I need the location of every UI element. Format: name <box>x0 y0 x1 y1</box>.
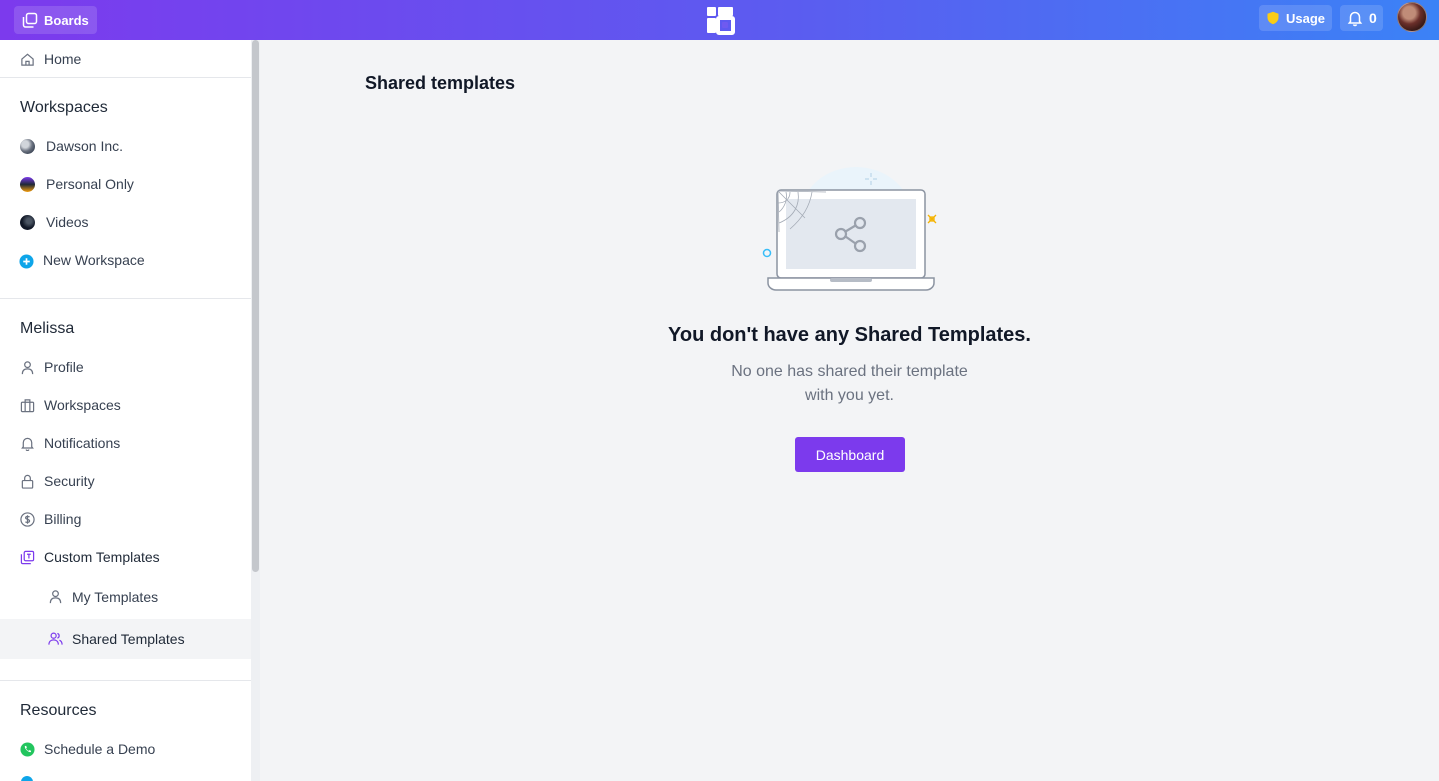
user-icon <box>49 590 62 604</box>
usage-button[interactable]: Usage <box>1259 5 1333 31</box>
boards-icon <box>22 12 38 28</box>
sidebar-item-label: New Workspace <box>43 252 145 268</box>
empty-state-laptop-illustration <box>762 167 937 291</box>
sidebar-item-my-templates[interactable]: My Templates <box>0 577 251 617</box>
workspace-avatar <box>20 139 35 154</box>
sidebar-item-label: Security <box>44 473 95 489</box>
user-icon <box>21 361 34 375</box>
plus-circle-icon <box>19 254 34 269</box>
sidebar-item-workspace-dawson[interactable]: Dawson Inc. <box>0 127 251 165</box>
dollar-icon <box>20 512 35 527</box>
usage-label: Usage <box>1286 10 1326 26</box>
empty-state-description: No one has shared their template with yo… <box>700 360 999 408</box>
workspaces-section-title: Workspaces <box>20 99 108 116</box>
sidebar-item-label: Custom Templates <box>44 549 160 565</box>
phone-icon <box>20 742 35 757</box>
workspace-avatar <box>20 177 35 192</box>
shield-icon <box>1267 11 1279 25</box>
sidebar-item-workspaces[interactable]: Workspaces <box>0 386 251 424</box>
sidebar-scrollbar-thumb[interactable] <box>252 40 259 572</box>
sidebar-item-label: Workspaces <box>44 397 121 413</box>
page-title: Shared templates <box>365 73 516 93</box>
notification-count: 0 <box>1369 10 1377 26</box>
sidebar-item-custom-templates[interactable]: Custom Templates <box>0 538 251 576</box>
bell-icon <box>21 437 34 451</box>
workspace-avatar <box>20 215 35 230</box>
sidebar: Home Workspaces Dawson Inc. Personal Onl… <box>0 40 251 781</box>
new-workspace-button[interactable]: New Workspace <box>0 241 251 279</box>
divider <box>0 298 251 299</box>
sidebar-item-label: Personal Only <box>46 176 134 192</box>
app-logo-icon[interactable] <box>705 5 735 35</box>
user-section-title: Melissa <box>20 320 75 337</box>
sidebar-item-label: Dawson Inc. <box>46 138 124 154</box>
sidebar-item-home[interactable]: Home <box>0 40 251 78</box>
sidebar-item-label: Videos <box>46 214 89 230</box>
sidebar-item-label: Notifications <box>44 435 121 451</box>
lock-icon <box>21 474 34 489</box>
top-bar: Boards Usage 0 <box>0 0 1439 40</box>
notifications-button[interactable]: 0 <box>1340 5 1383 31</box>
users-icon <box>48 632 63 645</box>
sidebar-item-billing[interactable]: Billing <box>0 500 251 538</box>
home-icon <box>21 53 34 66</box>
template-icon <box>20 550 35 565</box>
divider <box>0 77 251 78</box>
sidebar-item-label: Billing <box>44 511 82 527</box>
briefcase-icon <box>20 399 35 413</box>
dashboard-button[interactable]: Dashboard <box>795 437 905 472</box>
sidebar-item-schedule-demo[interactable]: Schedule a Demo <box>0 730 251 768</box>
sidebar-item-label: My Templates <box>72 589 159 605</box>
empty-state-description-line: with you yet. <box>805 387 894 404</box>
sidebar-item-profile[interactable]: Profile <box>0 348 251 386</box>
partial-resource-icon <box>21 776 33 781</box>
user-avatar[interactable] <box>1397 2 1427 32</box>
empty-state-title: You don't have any Shared Templates. <box>668 324 1031 346</box>
sidebar-item-label: Home <box>44 51 82 67</box>
resources-section-title: Resources <box>20 702 97 719</box>
boards-label: Boards <box>44 12 89 28</box>
sidebar-item-label: Shared Templates <box>72 631 185 647</box>
sidebar-item-workspace-personal[interactable]: Personal Only <box>0 165 251 203</box>
empty-state-description-line: No one has shared their template <box>731 363 968 380</box>
divider <box>0 680 251 681</box>
boards-button[interactable]: Boards <box>14 6 97 34</box>
sidebar-item-label: Profile <box>44 359 84 375</box>
sidebar-item-label: Schedule a Demo <box>44 741 156 757</box>
bell-icon <box>1347 11 1363 27</box>
sidebar-item-shared-templates[interactable]: Shared Templates <box>0 619 251 659</box>
sidebar-item-workspace-videos[interactable]: Videos <box>0 203 251 241</box>
sidebar-item-security[interactable]: Security <box>0 462 251 500</box>
sidebar-item-notifications[interactable]: Notifications <box>0 424 251 462</box>
